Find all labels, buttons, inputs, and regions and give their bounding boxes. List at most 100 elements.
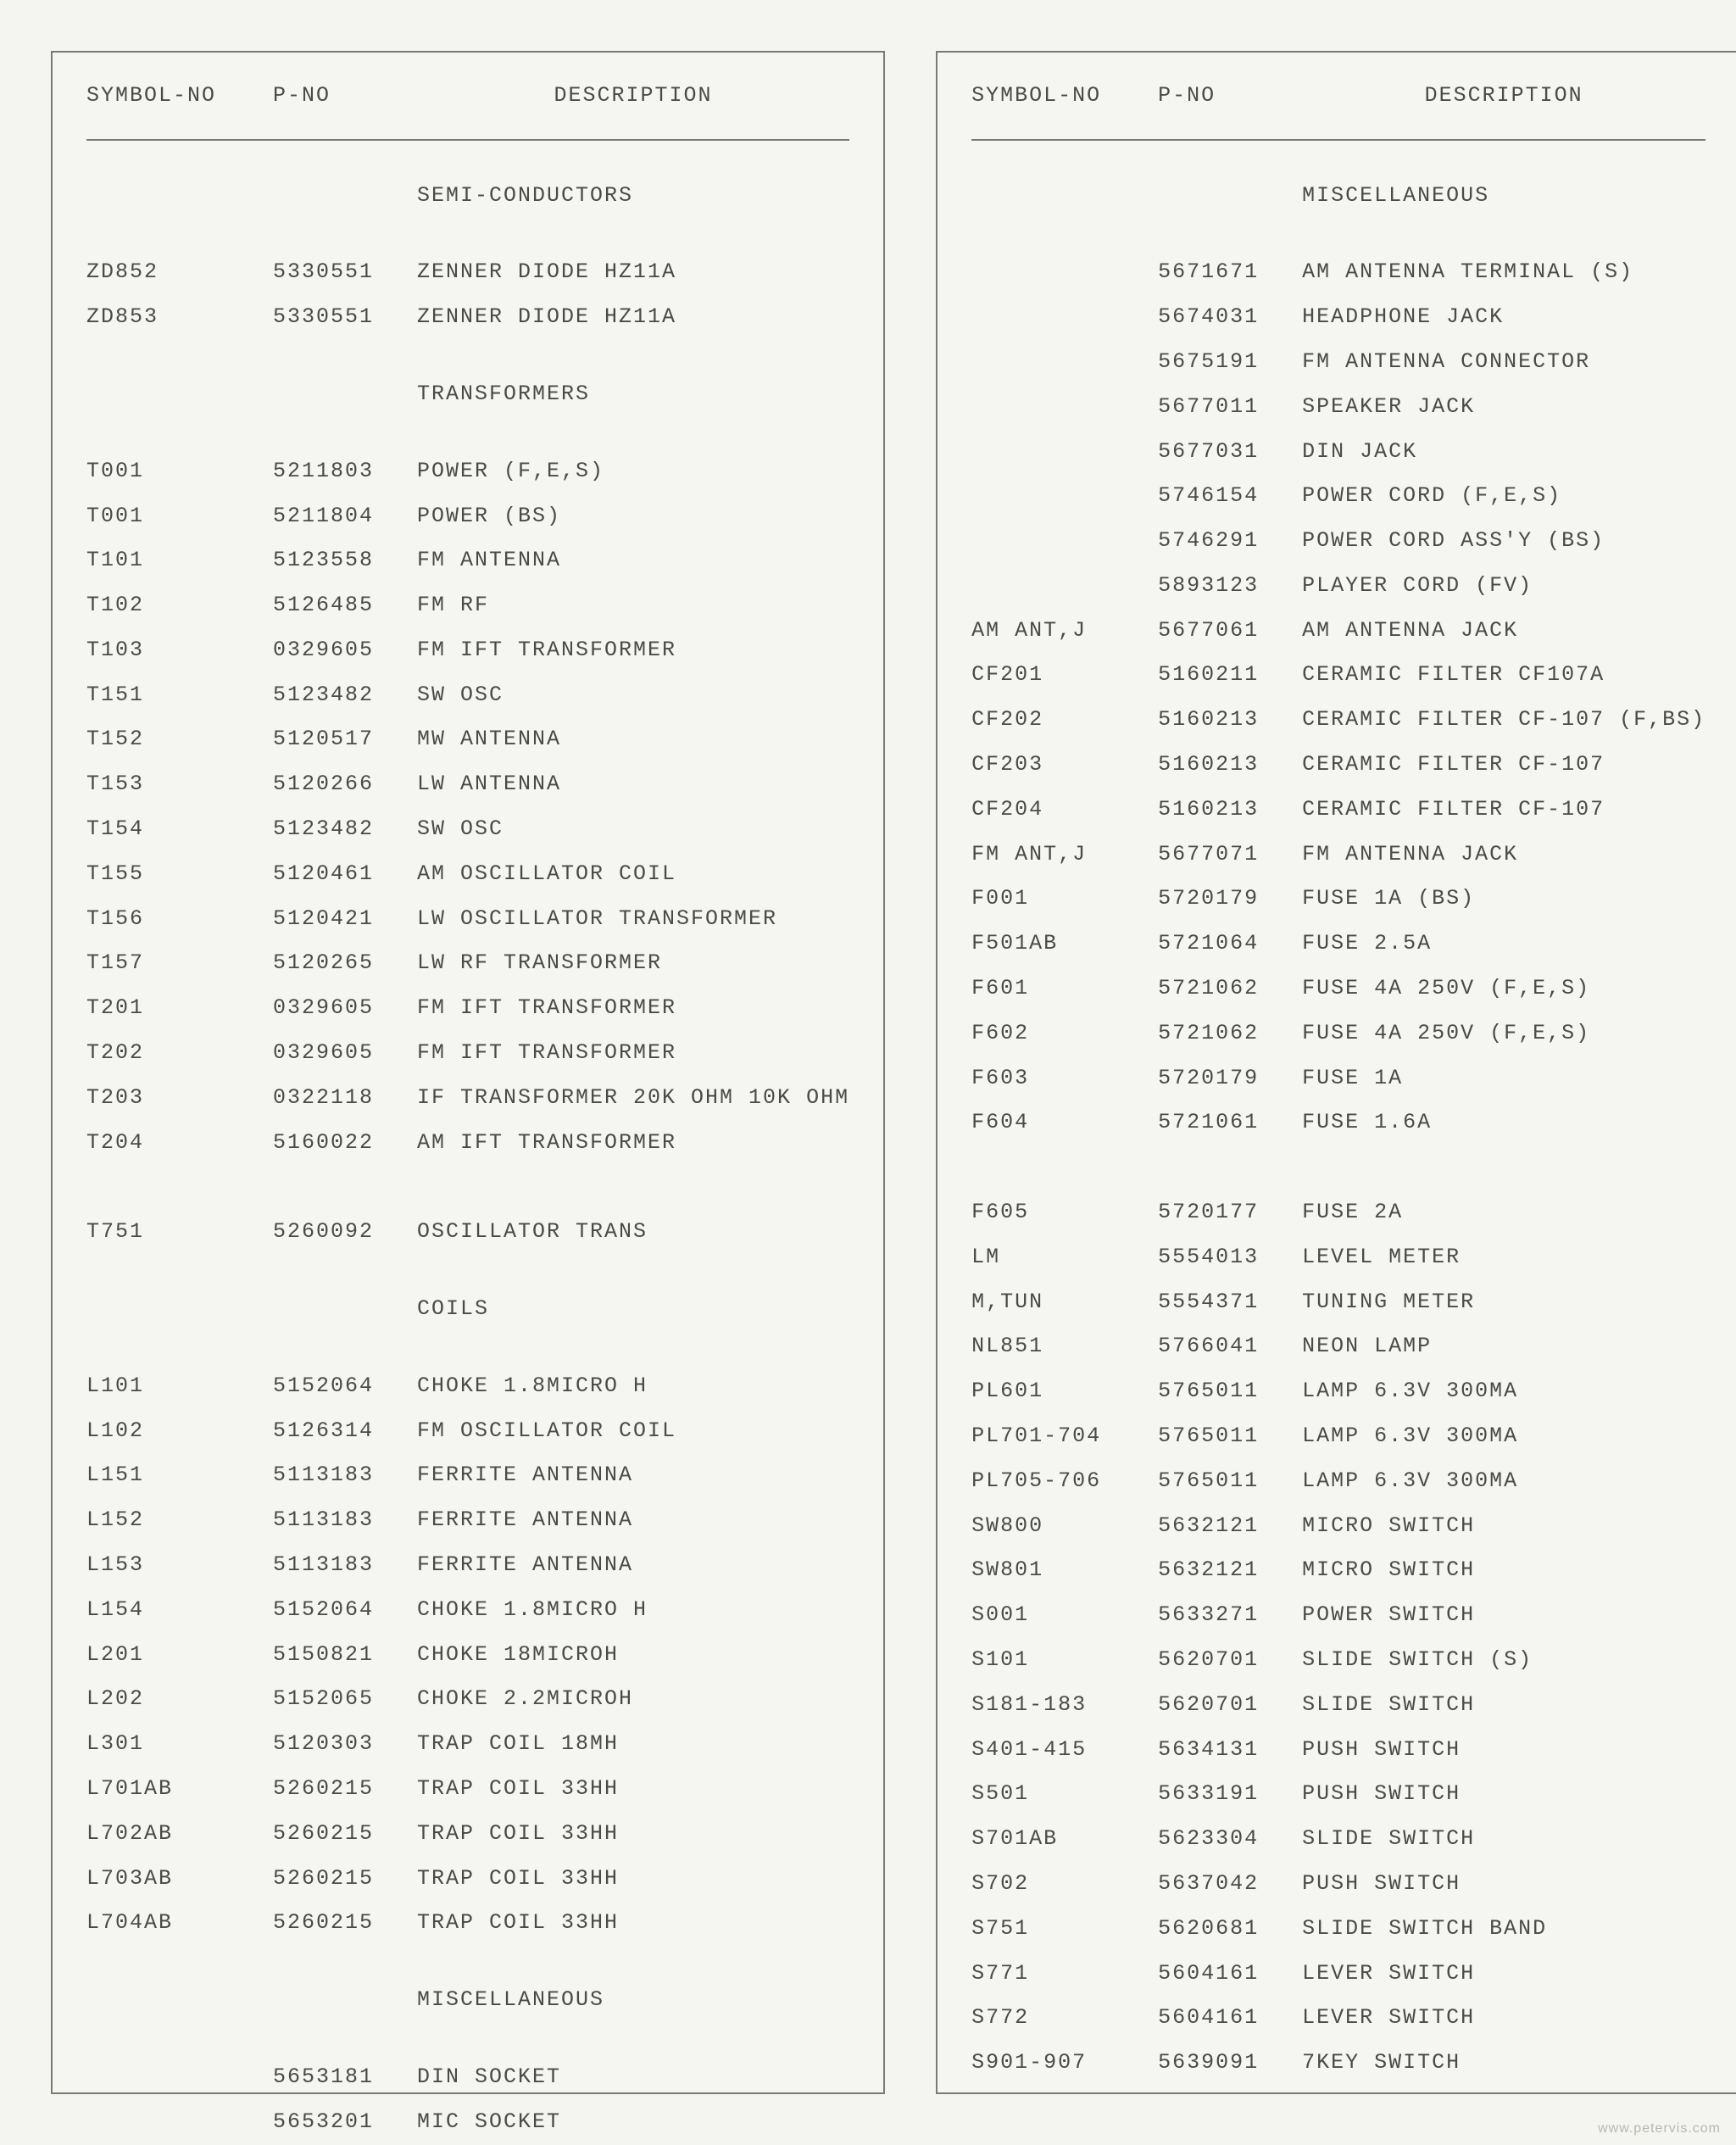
cell-symbol: CF202 (971, 709, 1158, 731)
cell-pno: 5260215 (273, 1778, 417, 1800)
cell-pno: 5160213 (1158, 709, 1302, 731)
cell-symbol: ZD852 (86, 261, 273, 283)
blank-row (86, 1165, 849, 1210)
cell-symbol: CF204 (971, 799, 1158, 821)
table-row: T0015211803POWER (F,E,S) (86, 448, 849, 493)
table-row: S901-90756390917KEY SWITCH (971, 2041, 1705, 2086)
table-row: PL6015765011LAMP 6.3V 300MA (971, 1369, 1705, 1414)
right-panel-inner: SYMBOL-NO P-NO DESCRIPTION MISCELLANEOUS… (971, 85, 1705, 2086)
table-row: 5677031DIN JACK (971, 429, 1705, 474)
cell-pno: 5113183 (273, 1554, 417, 1576)
cell-symbol: S001 (971, 1604, 1158, 1626)
cell-symbol: T751 (86, 1221, 273, 1243)
cell-desc: TRAP COIL 33HH (417, 1868, 849, 1890)
cell-symbol: F605 (971, 1201, 1158, 1223)
cell-symbol: T157 (86, 952, 273, 974)
cell-desc: FM OSCILLATOR COIL (417, 1420, 849, 1442)
cell-pno: 5152064 (273, 1599, 417, 1621)
cell-pno: 5677031 (1158, 441, 1302, 463)
table-row: 5677011SPEAKER JACK (971, 384, 1705, 429)
cell-symbol: T203 (86, 1087, 273, 1109)
cell-symbol: S771 (971, 1963, 1158, 1985)
cell-pno: 5160211 (1158, 664, 1302, 686)
table-row: NL8515766041NEON LAMP (971, 1324, 1705, 1369)
cell-symbol: F501AB (971, 933, 1158, 955)
table-row: 5746291POWER CORD ASS'Y (BS) (971, 519, 1705, 564)
cell-desc: POWER CORD ASS'Y (BS) (1302, 530, 1705, 552)
cell-desc: FUSE 2.5A (1302, 933, 1705, 955)
cell-pno: 5632121 (1158, 1515, 1302, 1537)
cell-pno: 5211804 (273, 505, 417, 527)
cell-desc: LAMP 6.3V 300MA (1302, 1425, 1705, 1447)
cell-symbol: PL701-704 (971, 1425, 1158, 1447)
cell-pno: 5653181 (273, 2066, 417, 2088)
cell-desc: MIC SOCKET (417, 2111, 849, 2133)
table-row: T2030322118IF TRANSFORMER 20K OHM 10K OH… (86, 1076, 849, 1121)
table-row: T2010329605FM IFT TRANSFORMER (86, 986, 849, 1031)
cell-desc: PUSH SWITCH (1302, 1783, 1705, 1805)
left-panel: SYMBOL-NO P-NO DESCRIPTION SEMI-CONDUCTO… (51, 51, 885, 2094)
cell-desc: PUSH SWITCH (1302, 1873, 1705, 1895)
cell-pno: 5720179 (1158, 888, 1302, 910)
cell-pno: 5160213 (1158, 799, 1302, 821)
cell-symbol: T154 (86, 818, 273, 840)
cell-desc: SLIDE SWITCH (1302, 1694, 1705, 1716)
table-row: PL705-7065765011LAMP 6.3V 300MA (971, 1459, 1705, 1504)
cell-desc: MICRO SWITCH (1302, 1515, 1705, 1537)
cell-pno: 5639091 (1158, 2052, 1302, 2074)
cell-symbol: ZD853 (86, 306, 273, 328)
cell-desc: AM ANTENNA JACK (1302, 620, 1705, 642)
cell-desc: SLIDE SWITCH (S) (1302, 1649, 1705, 1671)
cell-pno: 5260215 (273, 1823, 417, 1845)
cell-symbol: L703AB (86, 1868, 273, 1890)
cell-desc: CERAMIC FILTER CF-107 (1302, 799, 1705, 821)
section-title: MISCELLANEOUS (1302, 185, 1705, 207)
cell-desc: POWER CORD (F,E,S) (1302, 485, 1705, 507)
cell-symbol: F601 (971, 978, 1158, 1000)
cell-symbol: PL601 (971, 1380, 1158, 1402)
table-row: F501AB5721064FUSE 2.5A (971, 922, 1705, 967)
cell-symbol: S701AB (971, 1828, 1158, 1850)
cell-symbol: L152 (86, 1509, 273, 1531)
table-row: AM ANT,J5677061AM ANTENNA JACK (971, 608, 1705, 653)
page: SYMBOL-NO P-NO DESCRIPTION SEMI-CONDUCTO… (0, 0, 1736, 2145)
table-row: L1015152064CHOKE 1.8MICRO H (86, 1364, 849, 1409)
cell-desc: FUSE 1A (BS) (1302, 888, 1705, 910)
right-panel: SYMBOL-NO P-NO DESCRIPTION MISCELLANEOUS… (936, 51, 1736, 2094)
cell-symbol: L153 (86, 1554, 273, 1576)
cell-pno: 5120461 (273, 863, 417, 885)
cell-desc: TUNING METER (1302, 1291, 1705, 1313)
table-row: T1015123558FM ANTENNA (86, 538, 849, 583)
cell-desc: SLIDE SWITCH (1302, 1828, 1705, 1850)
cell-pno: 5765011 (1158, 1470, 1302, 1492)
cell-symbol: L701AB (86, 1778, 273, 1800)
section-heading: TRANSFORMERS (86, 372, 849, 417)
table-row: S181-1835620701SLIDE SWITCH (971, 1683, 1705, 1728)
cell-desc: TRAP COIL 33HH (417, 1912, 849, 1934)
cell-pno: 0322118 (273, 1087, 417, 1109)
table-row: ZD8535330551ZENNER DIODE HZ11A (86, 295, 849, 340)
cell-desc: POWER (F,E,S) (417, 460, 849, 482)
cell-pno: 5721062 (1158, 1022, 1302, 1045)
cell-desc: 7KEY SWITCH (1302, 2052, 1705, 2074)
cell-desc: FM ANTENNA CONNECTOR (1302, 351, 1705, 373)
cell-symbol: NL851 (971, 1335, 1158, 1357)
cell-pno: 5721064 (1158, 933, 1302, 955)
table-row: 5675191FM ANTENNA CONNECTOR (971, 340, 1705, 385)
cell-symbol: S751 (971, 1918, 1158, 1940)
cell-symbol: L301 (86, 1733, 273, 1755)
table-row: L1025126314FM OSCILLATOR COIL (86, 1408, 849, 1453)
cell-desc: CERAMIC FILTER CF107A (1302, 664, 1705, 686)
cell-pno: 5677071 (1158, 844, 1302, 866)
cell-symbol: FM ANT,J (971, 844, 1158, 866)
table-row: ZD8525330551ZENNER DIODE HZ11A (86, 250, 849, 295)
cell-desc: DIN SOCKET (417, 2066, 849, 2088)
cell-symbol: T152 (86, 728, 273, 750)
cell-pno: 5260215 (273, 1868, 417, 1890)
header-symbol: SYMBOL-NO (86, 85, 273, 107)
cell-desc: ZENNER DIODE HZ11A (417, 261, 849, 283)
table-row: L1515113183FERRITE ANTENNA (86, 1453, 849, 1498)
table-row: S7725604161LEVER SWITCH (971, 1996, 1705, 2041)
table-row: F6035720179FUSE 1A (971, 1056, 1705, 1100)
cell-symbol: L154 (86, 1599, 273, 1621)
